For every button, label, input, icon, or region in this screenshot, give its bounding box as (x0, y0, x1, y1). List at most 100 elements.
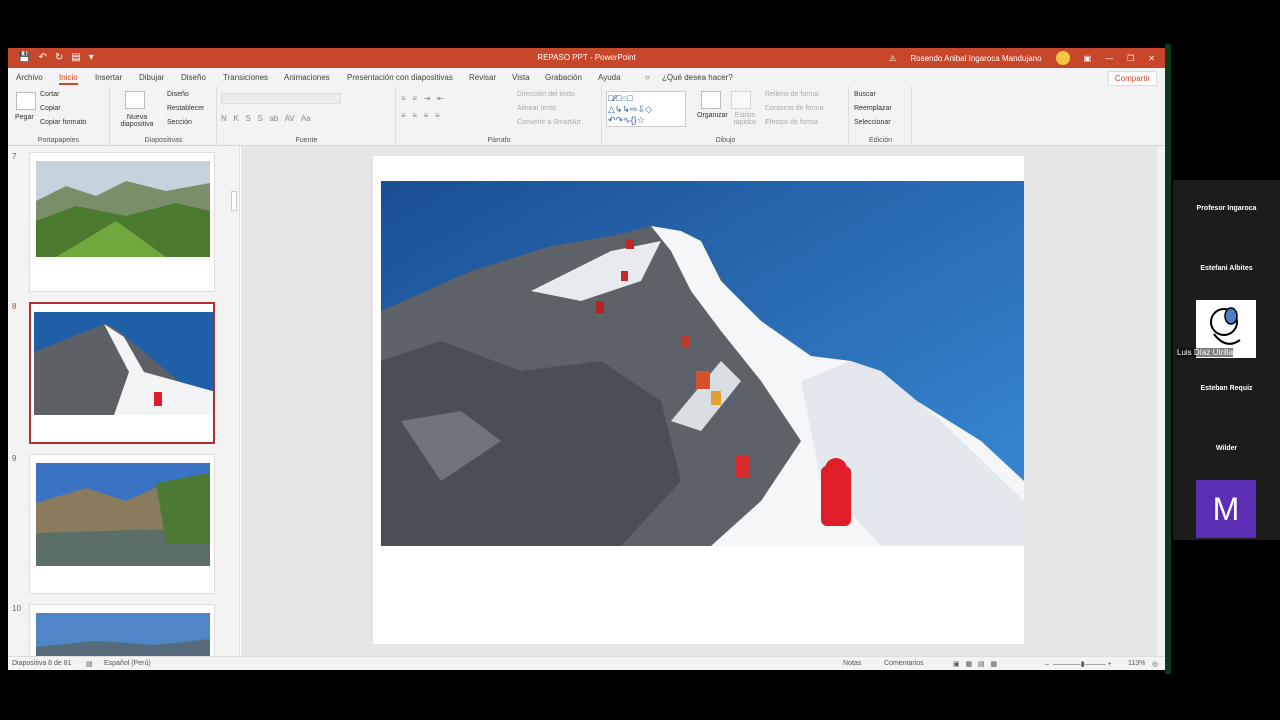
font-name-box[interactable] (221, 93, 341, 104)
slide-scrollbar[interactable] (1157, 146, 1165, 660)
ribbon: Pegar Cortar Copiar Copiar formato Porta… (8, 86, 1165, 146)
zoom-level[interactable]: 113% (1128, 660, 1145, 667)
quick-styles-icon[interactable] (731, 91, 751, 109)
align-text-button[interactable]: Alinear texto (517, 105, 556, 112)
participant-name: Estefani Albites (1200, 265, 1253, 272)
font-format-buttons[interactable]: N K S S ab AV Aa (221, 114, 381, 124)
tab-presentacion[interactable]: Presentación con diapositivas (347, 73, 453, 82)
group-label-font: Fuente (295, 137, 318, 144)
comments-button[interactable]: Comentarios (884, 660, 924, 667)
shapes-gallery[interactable]: □∕∕□○□ △↳↳⇨⇩◇ ↶↷∿{}☆ (606, 91, 686, 127)
group-label-editing: Edición (869, 137, 892, 144)
user-avatar[interactable] (1055, 51, 1070, 65)
meeting-participants-panel: Profesor Ingaroca Estefani Albites Luis … (1173, 180, 1280, 540)
everest-summit-image (381, 181, 1024, 546)
quick-styles-button[interactable]: Estilos rápidos (730, 112, 760, 126)
scrollbar-thumb[interactable] (231, 191, 237, 211)
view-buttons[interactable]: ▣ ▦ ▤ ▦ (953, 660, 997, 668)
list-buttons[interactable]: ≡ ≡ ⇥ ⇤ (401, 94, 501, 104)
slide-photo[interactable] (381, 181, 1024, 546)
group-paragraph: ≡ ≡ ⇥ ⇤ ≡ ≡ ≡ ≡ Dirección del texto Alin… (397, 86, 602, 146)
user-name[interactable]: Rosendo Anibal Ingaroca Mandujano (910, 54, 1041, 63)
thumbnail-slide-7[interactable] (29, 152, 215, 292)
tab-archivo[interactable]: Archivo (16, 73, 43, 82)
format-painter-button[interactable]: Copiar formato (40, 119, 86, 126)
language-indicator[interactable]: Español (Perú) (104, 660, 151, 667)
thumbnails-scrollbar[interactable] (230, 146, 238, 660)
participant-name: Wilder (1215, 445, 1238, 452)
group-font: N K S S ab AV Aa Fuente (218, 86, 396, 146)
restore-icon[interactable]: ❐ (1127, 54, 1134, 63)
arrange-button[interactable]: Organizar (697, 112, 728, 119)
group-label-paragraph: Párrafo (487, 137, 511, 144)
minimize-icon[interactable]: — (1105, 54, 1113, 63)
warning-icon: ⚠ (889, 53, 897, 63)
tab-dibujar[interactable]: Dibujar (139, 73, 164, 82)
powerpoint-window: 💾 ↶ ↻ ▤ ▾ REPASO PPT - PowerPoint ⚠ Rose… (8, 48, 1165, 670)
current-slide[interactable] (373, 156, 1024, 644)
spellcheck-icon[interactable]: ▤ (86, 660, 93, 668)
group-editing: Buscar Reemplazar Seleccionar Edición (850, 86, 912, 146)
tell-me-search[interactable]: ¿Qué desea hacer? (662, 73, 733, 82)
lightbulb-icon: ○ (645, 73, 650, 82)
thumbnail-slide-9[interactable] (29, 454, 215, 594)
river-image (36, 463, 210, 566)
group-drawing: □∕∕□○□ △↳↳⇨⇩◇ ↶↷∿{}☆ Organizar Estilos ráp… (603, 86, 849, 146)
summit-thumbnail-image (34, 312, 213, 415)
thumbnail-number: 7 (12, 152, 17, 161)
thumbnail-slide-10[interactable] (29, 604, 215, 660)
slide-editor (241, 146, 1157, 660)
participant-name: Esteban Requiz (1200, 385, 1253, 392)
share-button[interactable]: Compartir (1107, 71, 1157, 86)
group-label-drawing: Dibujo (715, 137, 736, 144)
shape-fill-button[interactable]: Relleno de forma (765, 91, 818, 98)
notes-button[interactable]: Notas (843, 660, 861, 667)
group-clipboard: Pegar Cortar Copiar Copiar formato Porta… (8, 86, 110, 146)
tab-revisar[interactable]: Revisar (469, 73, 496, 82)
text-direction-button[interactable]: Dirección del texto (517, 91, 575, 98)
thumbnail-number: 8 (12, 302, 17, 311)
close-icon[interactable]: ✕ (1148, 54, 1155, 63)
arrange-icon[interactable] (701, 91, 721, 109)
title-bar: 💾 ↶ ↻ ▤ ▾ REPASO PPT - PowerPoint ⚠ Rose… (8, 48, 1165, 68)
slide-thumbnails-pane: 7 8 9 10 (8, 146, 240, 660)
cut-button[interactable]: Cortar (40, 91, 59, 98)
window-edge (1165, 44, 1171, 674)
ribbon-tabs: Archivo Inicio Insertar Dibujar Diseño T… (8, 68, 1165, 86)
paste-button[interactable]: Pegar (15, 114, 34, 121)
align-buttons[interactable]: ≡ ≡ ≡ ≡ (401, 111, 501, 121)
participant-avatar-letter: M (1196, 480, 1256, 538)
participant-name: Profesor Ingaroca (1196, 205, 1257, 212)
tab-ayuda[interactable]: Ayuda (598, 73, 621, 82)
select-button[interactable]: Seleccionar (854, 119, 891, 126)
replace-button[interactable]: Reemplazar (854, 105, 892, 112)
group-label-slides: Diapositivas (144, 137, 183, 144)
thumbnail-slide-8[interactable] (29, 302, 215, 444)
layout-button[interactable]: Diseño (167, 91, 189, 98)
tab-transiciones[interactable]: Transiciones (223, 73, 268, 82)
ribbon-display-icon[interactable]: ▣ (1084, 54, 1092, 63)
section-button[interactable]: Sección (167, 119, 192, 126)
zoom-slider[interactable]: – ————▮——— + (1045, 660, 1112, 668)
new-slide-button[interactable]: Nueva diapositiva (117, 114, 157, 128)
copy-button[interactable]: Copiar (40, 105, 61, 112)
tab-inicio[interactable]: Inicio (59, 73, 78, 85)
tab-insertar[interactable]: Insertar (95, 73, 122, 82)
shape-effects-button[interactable]: Efectos de forma (765, 119, 818, 126)
fit-slide-icon[interactable]: ◎ (1152, 660, 1158, 668)
reset-button[interactable]: Restablecer (167, 105, 204, 112)
thumbnail-number: 10 (12, 604, 21, 613)
landscape-image (36, 613, 210, 659)
shape-outline-button[interactable]: Contorno de forma (765, 105, 823, 112)
participant-name: Luis Díaz Utrilla (1177, 348, 1234, 357)
group-label-clipboard: Portapapeles (37, 137, 80, 144)
tab-animaciones[interactable]: Animaciones (284, 73, 330, 82)
paste-icon[interactable] (16, 92, 36, 110)
thumbnail-number: 9 (12, 454, 17, 463)
smartart-button[interactable]: Convertir a SmartArt (517, 119, 581, 126)
tab-vista[interactable]: Vista (512, 73, 530, 82)
tab-grabacion[interactable]: Grabación (545, 73, 582, 82)
tab-diseno[interactable]: Diseño (181, 73, 206, 82)
find-button[interactable]: Buscar (854, 91, 876, 98)
new-slide-icon[interactable] (125, 91, 145, 109)
